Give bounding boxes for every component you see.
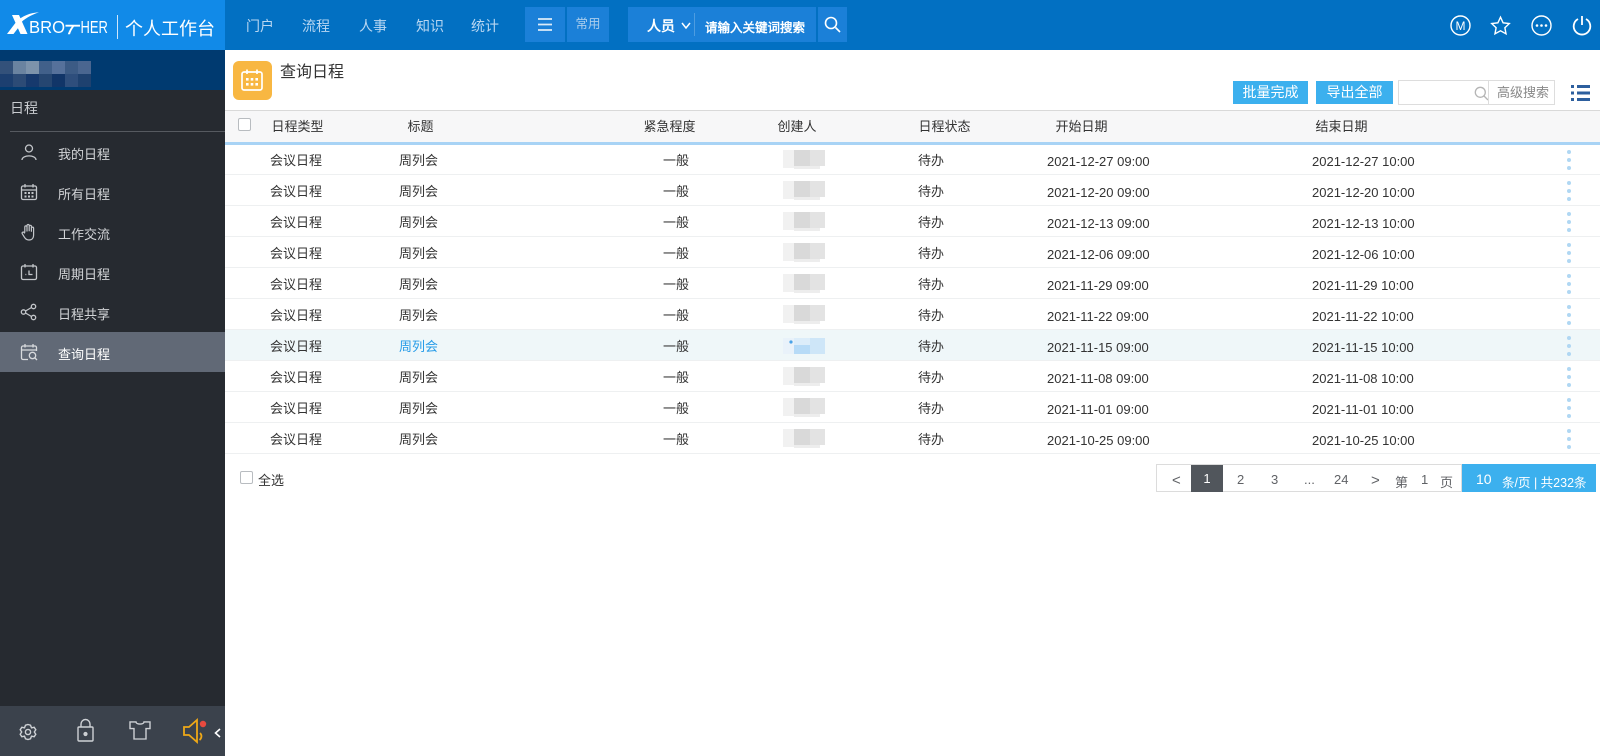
svg-text:BRO: BRO bbox=[29, 18, 65, 37]
svg-text:HER: HER bbox=[81, 18, 108, 37]
svg-text:M: M bbox=[1456, 19, 1466, 33]
